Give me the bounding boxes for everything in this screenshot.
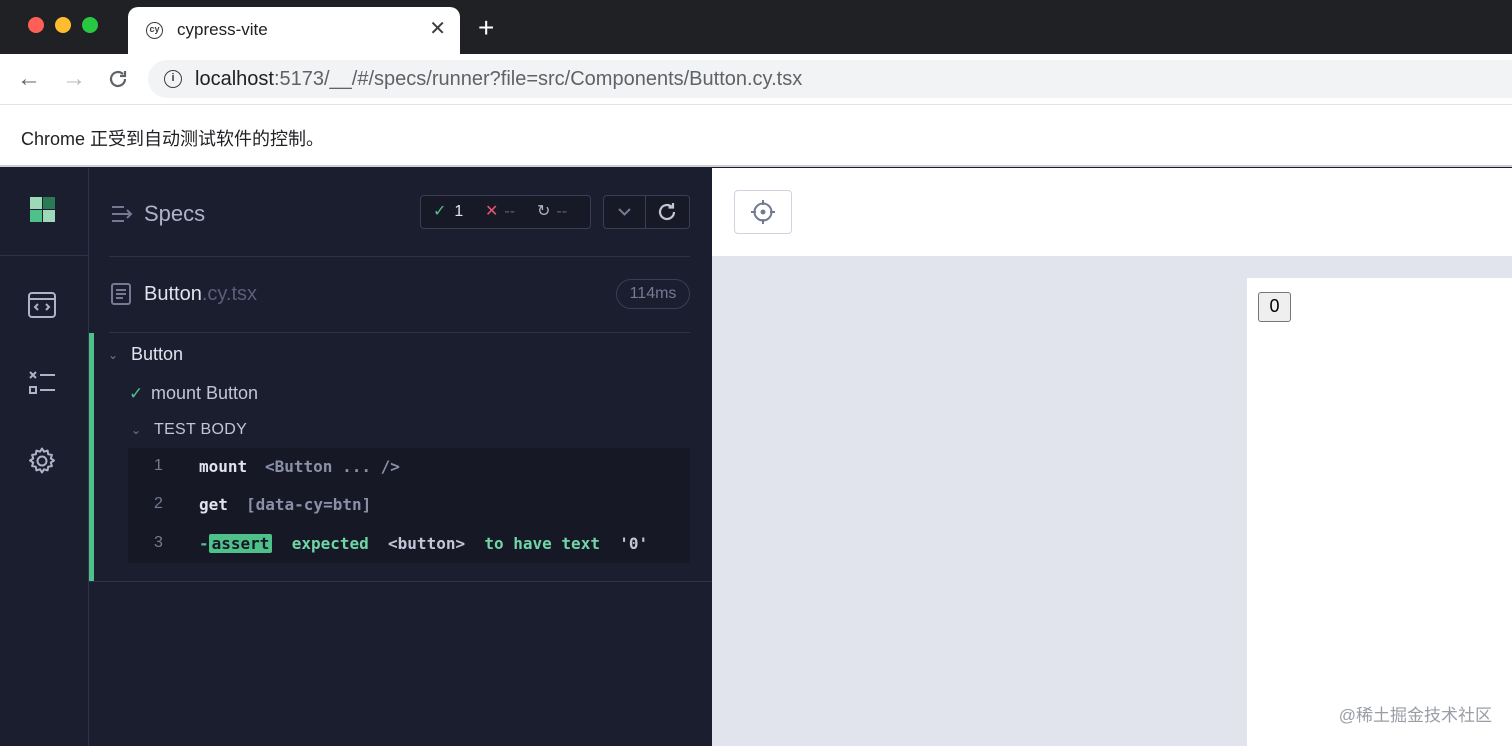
site-info-icon[interactable]: i — [164, 70, 182, 88]
expand-all-button[interactable] — [603, 195, 646, 229]
specs-header-label[interactable]: Specs — [144, 201, 205, 227]
check-icon: ✓ — [433, 203, 447, 220]
specs-list-icon[interactable] — [111, 204, 133, 224]
address-bar[interactable]: i localhost:5173/__/#/specs/runner?file=… — [148, 60, 1512, 98]
close-tab-icon[interactable]: ✕ — [429, 18, 446, 40]
assert-badge: assert — [208, 534, 273, 553]
reload-icon[interactable] — [106, 67, 130, 91]
browser-tab[interactable]: cy cypress-vite ✕ — [128, 7, 460, 54]
command-row[interactable]: 3 - assert expected <button> to have text… — [128, 525, 690, 563]
command-list: 1 mount <Button ... /> 2 get [data-cy=bt… — [128, 448, 690, 563]
spec-duration-badge: 114ms — [616, 279, 690, 309]
cypress-logo[interactable] — [0, 168, 88, 256]
aut-iframe: 0 — [1247, 278, 1512, 746]
failed-count: ✕ -- — [485, 203, 516, 220]
suite-passed-indicator — [89, 333, 94, 581]
window-minimize-button[interactable] — [55, 17, 71, 33]
automation-infobar: Chrome 正受到自动测试软件的控制。 — [0, 105, 1512, 167]
suite-divider — [89, 581, 712, 582]
passed-count: ✓ 1 — [433, 203, 464, 220]
test-title[interactable]: mount Button — [151, 383, 258, 404]
window-maximize-button[interactable] — [82, 17, 98, 33]
command-number: 2 — [154, 495, 163, 512]
counter-button[interactable]: 0 — [1258, 292, 1291, 322]
tab-title: cypress-vite — [177, 20, 268, 39]
command-name: get — [199, 495, 228, 514]
new-tab-button[interactable]: + — [478, 14, 494, 42]
command-row[interactable]: 2 get [data-cy=btn] — [128, 486, 690, 524]
automation-notice-text: Chrome 正受到自动测试软件的控制。 — [21, 129, 325, 149]
command-log-reporter: Specs ✓ 1 ✕ -- ↻ -- Button.cy.tsx 114ms ⌄ B… — [89, 168, 712, 746]
test-body-label[interactable]: TEST BODY — [154, 421, 247, 439]
aut-header — [712, 168, 1512, 256]
crosshair-icon — [751, 200, 775, 224]
command-name: mount — [199, 457, 248, 476]
file-divider — [109, 332, 690, 333]
selector-playground-button[interactable] — [734, 190, 792, 234]
command-message: <Button ... /> — [265, 457, 400, 476]
header-divider — [109, 256, 690, 257]
settings-gear-icon[interactable] — [27, 446, 57, 476]
forward-arrow-icon[interactable]: → — [62, 65, 86, 93]
test-body-chevron-down-icon[interactable]: ⌄ — [131, 423, 141, 437]
watermark-text: @稀土掘金技术社区 — [1338, 706, 1492, 725]
x-icon: ✕ — [485, 203, 499, 220]
runs-list-icon[interactable] — [27, 368, 57, 398]
browser-tab-bar: cy cypress-vite ✕ + — [0, 0, 1512, 54]
pending-count: ↻ -- — [537, 203, 568, 220]
browser-toolbar: ← → i localhost:5173/__/#/specs/runner?f… — [0, 54, 1512, 105]
aut-preview-area: 0 — [712, 256, 1512, 746]
window-close-button[interactable] — [28, 17, 44, 33]
url-text[interactable]: localhost:5173/__/#/specs/runner?file=sr… — [195, 68, 802, 91]
cypress-sidebar — [0, 168, 89, 746]
rerun-icon — [658, 203, 676, 221]
command-number: 1 — [154, 457, 163, 474]
test-passed-check-icon: ✓ — [129, 384, 144, 403]
command-number: 3 — [154, 534, 163, 551]
chevron-down-icon — [618, 208, 631, 216]
test-stats: ✓ 1 ✕ -- ↻ -- — [420, 195, 591, 229]
spinner-icon: ↻ — [537, 203, 551, 220]
assertion-message: - assert expected <button> to have text '… — [199, 534, 649, 553]
suite-title[interactable]: Button — [131, 344, 183, 365]
command-message: [data-cy=btn] — [246, 495, 372, 514]
rerun-tests-button[interactable] — [646, 195, 690, 229]
spec-file-icon — [111, 283, 131, 305]
cypress-favicon-icon: cy — [146, 22, 163, 39]
spec-file-name[interactable]: Button.cy.tsx — [144, 283, 257, 306]
back-arrow-icon[interactable]: ← — [17, 65, 41, 93]
suite-chevron-down-icon[interactable]: ⌄ — [108, 348, 118, 362]
specs-browser-icon[interactable] — [27, 290, 57, 320]
command-row[interactable]: 1 mount <Button ... /> — [128, 448, 690, 486]
